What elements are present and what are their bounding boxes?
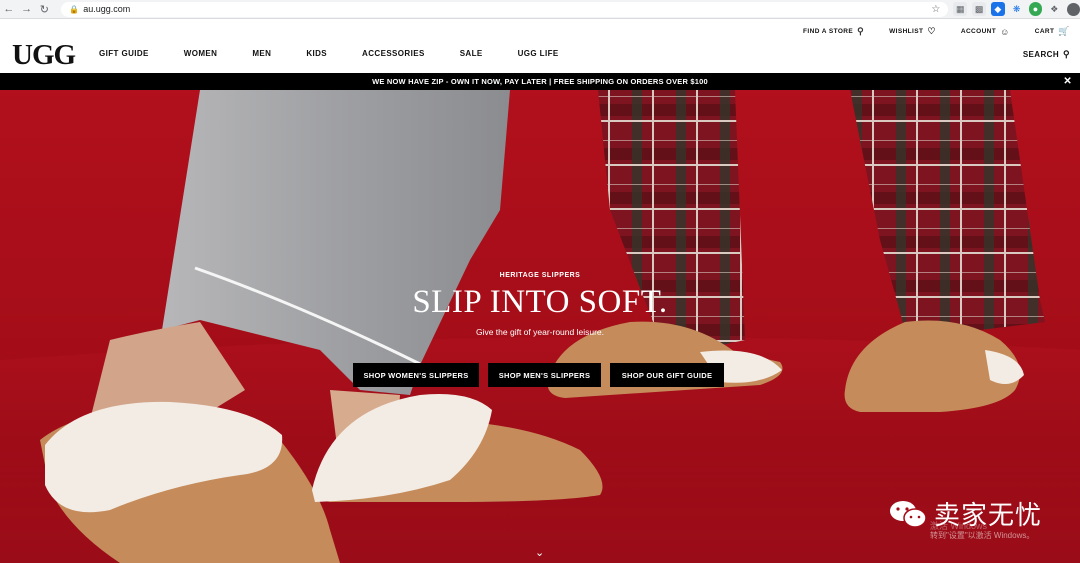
account-link[interactable]: ACCOUNT ☺: [961, 27, 1010, 37]
ugg-logo[interactable]: UGG: [12, 39, 76, 72]
extension-translate-icon[interactable]: ▦: [953, 2, 968, 16]
address-bar[interactable]: 🔒 au.ugg.com ☆: [61, 1, 949, 17]
nav-women[interactable]: WOMEN: [184, 49, 218, 58]
hero-eyebrow: HERITAGE SLIPPERS: [499, 272, 581, 279]
wechat-icon: [890, 500, 927, 528]
nav-sale[interactable]: SALE: [460, 49, 483, 58]
main-nav: GIFT GUIDE WOMEN MEN KIDS ACCESSORIES SA…: [99, 49, 594, 58]
star-icon[interactable]: ☆: [931, 4, 940, 15]
shop-gift-guide-button[interactable]: SHOP OUR GIFT GUIDE: [610, 363, 724, 387]
hero-banner: HERITAGE SLIPPERS SLIP INTO SOFT. Give t…: [0, 90, 1080, 563]
close-icon[interactable]: ✕: [1063, 76, 1072, 87]
hero-subline: Give the gift of year-round leisure.: [475, 327, 605, 337]
cart-label: CART: [1034, 28, 1055, 35]
utility-nav: FIND A STORE ⚲ WISHLIST ♡ ACCOUNT ☺ CART…: [778, 26, 1070, 37]
url-text: au.ugg.com: [83, 4, 131, 14]
find-store-label: FIND A STORE: [803, 28, 854, 35]
promo-banner[interactable]: WE NOW HAVE ZIP - OWN IT NOW, PAY LATER …: [0, 73, 1080, 90]
lock-icon: 🔒: [69, 5, 80, 14]
hero-cta-group: SHOP WOMEN'S SLIPPERS SHOP MEN'S SLIPPER…: [353, 363, 733, 387]
extension-blue-icon[interactable]: ◆: [990, 2, 1005, 16]
search-label: SEARCH: [1022, 50, 1059, 59]
heart-icon: ♡: [927, 26, 936, 36]
chevron-down-icon[interactable]: ⌄: [535, 546, 544, 559]
extension-gear-icon[interactable]: ❋: [1010, 2, 1024, 16]
hero-headline: SLIP INTO SOFT.: [412, 284, 668, 320]
cart-link[interactable]: CART 🛒: [1035, 26, 1070, 37]
forward-icon[interactable]: →: [18, 0, 36, 18]
nav-ugg-life[interactable]: UGG LIFE: [518, 49, 559, 58]
extensions-puzzle-icon[interactable]: ❖: [1047, 2, 1061, 16]
site-header: UGG GIFT GUIDE WOMEN MEN KIDS ACCESSORIE…: [0, 19, 1080, 73]
search-icon: ⚲: [1063, 49, 1070, 59]
find-store-link[interactable]: FIND A STORE ⚲: [803, 26, 864, 37]
browser-toolbar: ← → ↻ 🔒 au.ugg.com ☆ ▦ ▩ ◆ ❋ ● ❖: [0, 0, 1080, 19]
nav-kids[interactable]: KIDS: [306, 49, 327, 58]
back-icon[interactable]: ←: [0, 0, 18, 18]
windows-activation-note: 转到"设置"以激活 Windows。: [930, 531, 1035, 540]
promo-text: WE NOW HAVE ZIP - OWN IT NOW, PAY LATER …: [372, 77, 708, 86]
search-button[interactable]: SEARCH ⚲: [1023, 49, 1070, 60]
extension-screen-icon[interactable]: ▩: [972, 2, 986, 16]
shop-womens-slippers-button[interactable]: SHOP WOMEN'S SLIPPERS: [353, 363, 479, 387]
shop-mens-slippers-button[interactable]: SHOP MEN'S SLIPPERS: [488, 363, 601, 387]
user-icon: ☺: [1000, 26, 1010, 37]
nav-gift-guide[interactable]: GIFT GUIDE: [99, 49, 149, 58]
nav-men[interactable]: MEN: [252, 49, 271, 58]
extension-green-icon[interactable]: ●: [1028, 2, 1043, 16]
wishlist-label: WISHLIST: [889, 28, 924, 35]
profile-avatar[interactable]: [1067, 2, 1080, 16]
cart-icon: 🛒: [1058, 26, 1070, 36]
reload-icon[interactable]: ↻: [35, 0, 53, 18]
wishlist-link[interactable]: WISHLIST ♡: [889, 26, 936, 37]
account-label: ACCOUNT: [960, 28, 997, 35]
location-pin-icon: ⚲: [857, 26, 865, 36]
nav-accessories[interactable]: ACCESSORIES: [362, 49, 425, 58]
